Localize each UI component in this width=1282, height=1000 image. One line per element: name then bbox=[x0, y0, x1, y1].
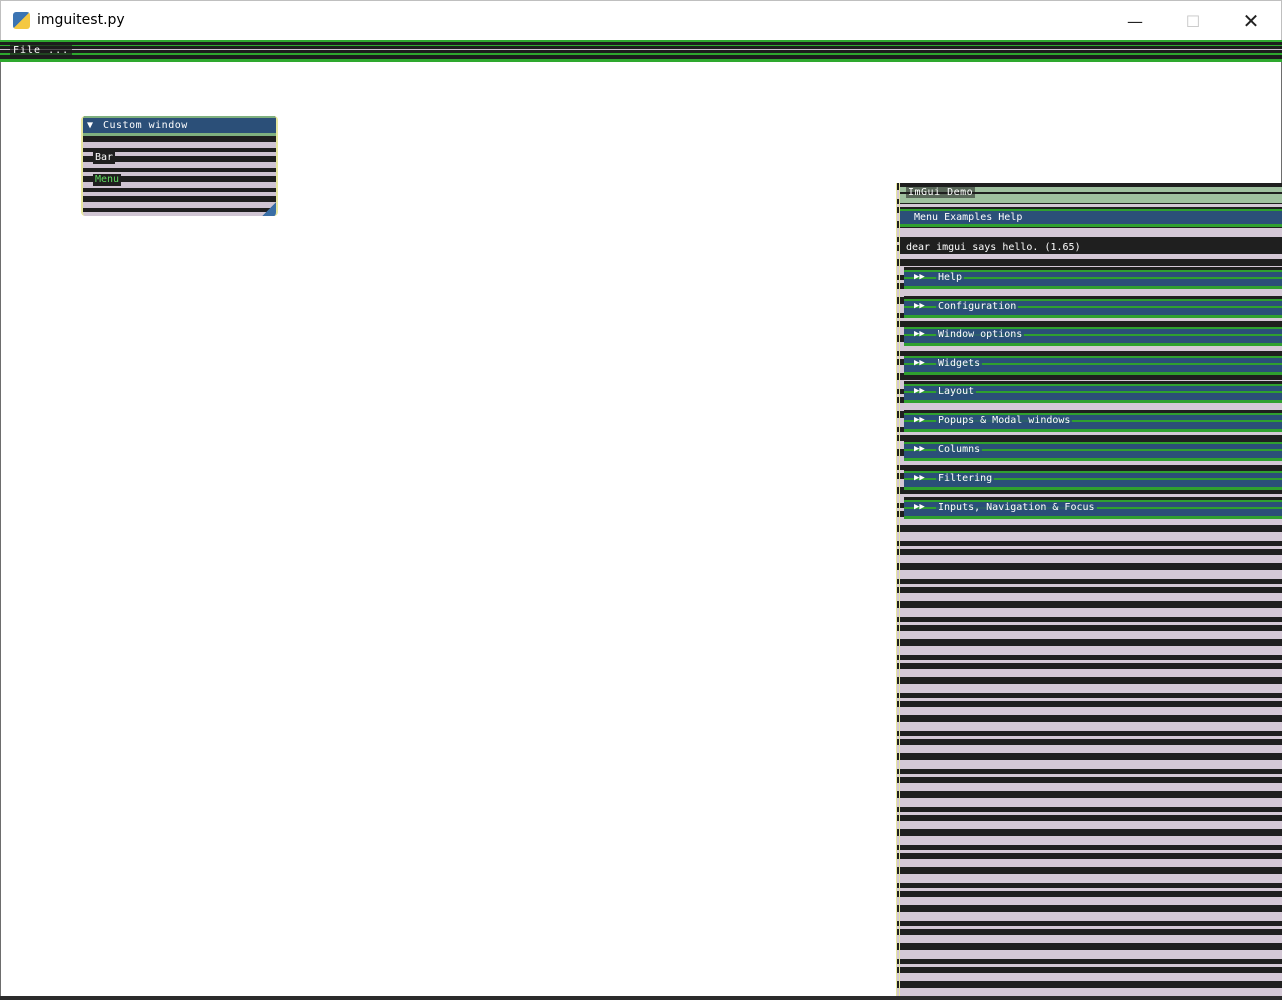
header-label: Layout bbox=[936, 386, 977, 398]
demo-info-text: dear imgui says hello. (1.65) bbox=[900, 241, 1282, 254]
collapse-arrow-icon[interactable]: ▼ bbox=[87, 120, 93, 131]
close-button[interactable]: ✕ bbox=[1222, 1, 1280, 41]
menu-file[interactable]: File ... bbox=[10, 44, 73, 57]
demo-menu-items[interactable]: Menu Examples Help bbox=[914, 212, 1022, 223]
collapsing-header-window-options[interactable]: ▶▶ Window options bbox=[904, 324, 1282, 346]
header-label: Inputs, Navigation & Focus bbox=[936, 502, 1097, 514]
expand-arrow-icon: ▶▶ bbox=[914, 358, 925, 368]
expand-arrow-icon: ▶▶ bbox=[914, 473, 925, 483]
expand-arrow-icon: ▶▶ bbox=[914, 415, 925, 425]
collapsing-header-help[interactable]: ▶▶ Help bbox=[904, 267, 1282, 289]
collapsing-header-inputs[interactable]: ▶▶ Inputs, Navigation & Focus bbox=[904, 497, 1282, 519]
custom-window-title: Custom window bbox=[103, 120, 188, 131]
expand-arrow-icon: ▶▶ bbox=[914, 301, 925, 311]
resize-grip-icon[interactable] bbox=[262, 202, 276, 216]
expand-arrow-icon: ▶▶ bbox=[914, 444, 925, 454]
collapsing-header-columns[interactable]: ▶▶ Columns bbox=[904, 439, 1282, 461]
header-label: Columns bbox=[936, 444, 983, 456]
window-bottom-edge bbox=[0, 996, 1282, 1000]
expand-arrow-icon: ▶▶ bbox=[914, 502, 925, 512]
expand-arrow-icon: ▶▶ bbox=[914, 272, 925, 282]
header-label: Filtering bbox=[936, 473, 995, 485]
minimize-button[interactable]: — bbox=[1106, 1, 1164, 41]
header-label: Window options bbox=[936, 329, 1025, 341]
custom-window-text: Bar bbox=[93, 152, 116, 164]
collapsing-header-popups[interactable]: ▶▶ Popups & Modal windows bbox=[904, 410, 1282, 432]
demo-window-title: ImGui Demo bbox=[906, 187, 976, 198]
collapsing-header-filtering[interactable]: ▶▶ Filtering bbox=[904, 468, 1282, 490]
header-label: Widgets bbox=[936, 358, 983, 370]
header-label: Popups & Modal windows bbox=[936, 415, 1073, 427]
expand-arrow-icon: ▶▶ bbox=[914, 329, 925, 339]
custom-window[interactable]: ▼ Custom window Bar Menu bbox=[81, 116, 278, 216]
header-label: Help bbox=[936, 272, 965, 284]
main-menu-bar: File ... bbox=[0, 40, 1282, 62]
maximize-button[interactable]: ☐ bbox=[1164, 1, 1222, 41]
window-title: imguitest.py bbox=[37, 12, 125, 28]
collapsing-header-layout[interactable]: ▶▶ Layout bbox=[904, 381, 1282, 403]
expand-arrow-icon: ▶▶ bbox=[914, 386, 925, 396]
imgui-demo-window[interactable]: ImGui Demo Menu Examples Help dear imgui… bbox=[896, 183, 1282, 996]
custom-window-menu[interactable]: Menu bbox=[93, 174, 122, 186]
collapsing-header-widgets[interactable]: ▶▶ Widgets bbox=[904, 353, 1282, 375]
header-label: Configuration bbox=[936, 301, 1019, 313]
window-titlebar: imguitest.py — ☐ ✕ bbox=[0, 0, 1282, 40]
python-app-icon bbox=[13, 12, 30, 29]
custom-window-titlebar[interactable]: ▼ Custom window bbox=[83, 116, 276, 136]
collapsing-header-configuration[interactable]: ▶▶ Configuration bbox=[904, 296, 1282, 318]
demo-window-titlebar[interactable]: ImGui Demo bbox=[900, 183, 1282, 203]
